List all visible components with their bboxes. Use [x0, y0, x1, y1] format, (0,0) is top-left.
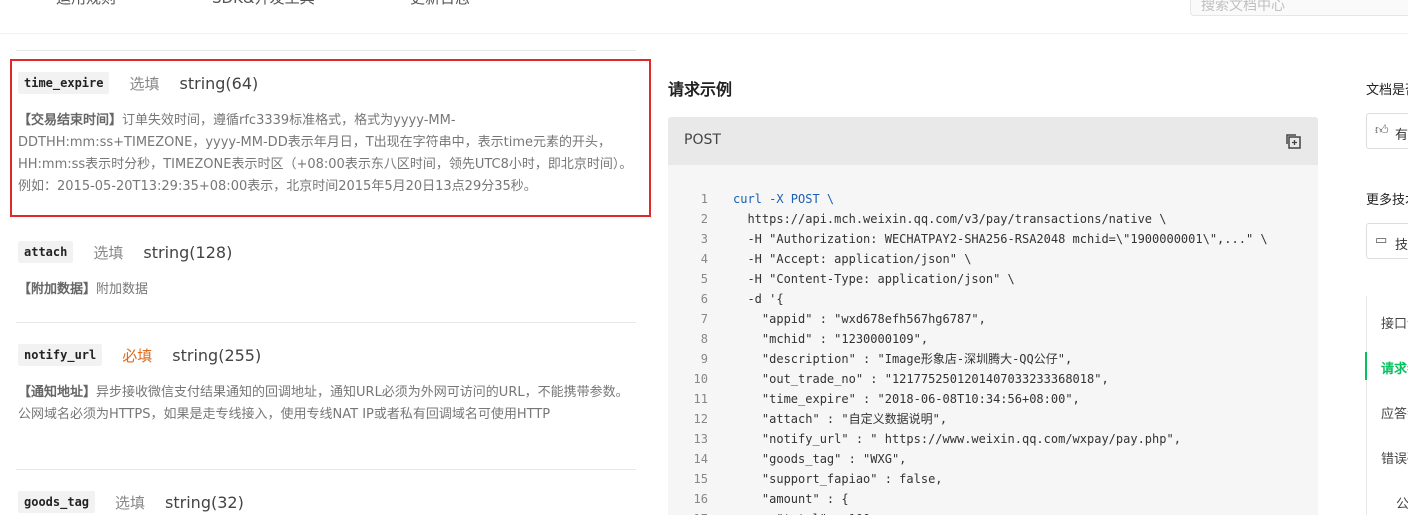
divider — [16, 469, 636, 470]
param-requirement: 必填 — [122, 346, 153, 365]
code-line: 14 "goods_tag" : "WXG", — [668, 449, 1318, 469]
toc-item[interactable]: 接口说明 — [1381, 313, 1408, 332]
line-number: 12 — [693, 412, 708, 426]
line-number: 4 — [700, 252, 708, 266]
copy-icon[interactable] — [1284, 132, 1302, 150]
line-number: 7 — [700, 312, 708, 326]
code-line: 12 "attach" : "自定义数据说明", — [668, 409, 1318, 429]
param-requirement: 选填 — [115, 493, 146, 512]
line-number: 15 — [693, 472, 708, 486]
code-line: 2 https://api.mch.weixin.qq.com/v3/pay/t… — [668, 209, 1318, 229]
thumbs-up-icon: 👍︎ — [1375, 123, 1389, 138]
toc-item[interactable]: 公共错误码 — [1396, 493, 1408, 512]
line-number: 17 — [668, 509, 708, 515]
param-type: string(255) — [172, 345, 262, 365]
code-line: 9 "description" : "Image形象店-深圳腾大-QQ公仔", — [668, 349, 1318, 369]
code-line: 7 "appid" : "wxd678efh567hg6787", — [668, 309, 1318, 329]
param-type: string(32) — [165, 492, 244, 512]
code-line: 15 "support_fapiao" : false, — [668, 469, 1318, 489]
search-placeholder: 搜索文档中心 — [1201, 0, 1285, 14]
like-button[interactable]: 👍︎ 有帮助 — [1366, 113, 1408, 149]
code-line: 6 -d '{ — [668, 289, 1318, 309]
param-requirement: 选填 — [93, 243, 124, 262]
code-line: 1 curl -X POST \ — [668, 189, 1318, 209]
toc-item-active[interactable]: 请求参数 — [1381, 358, 1408, 377]
doc-helpful-title: 文档是否有帮助 — [1366, 83, 1408, 98]
code-text: "amount" : { — [733, 492, 849, 506]
line-number: 9 — [700, 352, 708, 366]
line-number: 13 — [693, 432, 708, 446]
consult-label: 技术咨询 — [1395, 238, 1408, 253]
divider — [16, 322, 636, 323]
param-desc-tag: 【附加数据】 — [18, 282, 97, 297]
more-support-title: 更多技术支持 — [1366, 193, 1408, 208]
line-number: 10 — [693, 372, 708, 386]
code-text: "support_fapiao" : false, — [733, 472, 943, 486]
code-line: 16 "amount" : { — [668, 489, 1318, 509]
code-line: 3 -H "Authorization: WECHATPAY2-SHA256-R… — [668, 229, 1318, 249]
line-number: 1 — [700, 192, 708, 206]
code-text: "description" : "Image形象店-深圳腾大-QQ公仔", — [733, 352, 1073, 366]
code-line: 5 -H "Content-Type: application/json" \ — [668, 269, 1318, 289]
http-method: POST — [684, 132, 721, 148]
toc-track — [1366, 296, 1367, 515]
code-line: 8 "mchid" : "1230000109", — [668, 329, 1318, 349]
code-text: -H "Accept: application/json" \ — [733, 252, 972, 266]
code-line: 10 "out_trade_no" : "1217752501201407033… — [668, 369, 1318, 389]
param-type: string(128) — [143, 242, 233, 262]
code-text: https://api.mch.weixin.qq.com/v3/pay/tra… — [733, 212, 1167, 226]
param-desc-tag: 【通知地址】 — [18, 385, 97, 400]
code-text: "out_trade_no" : "1217752501201407033233… — [733, 372, 1109, 386]
param-description: 【附加数据】附加数据 — [18, 279, 638, 301]
code-panel: POST 1 curl -X POST \ 2 https://api.mch.we… — [668, 117, 1318, 515]
param-desc-text: 附加数据 — [96, 282, 149, 297]
code-line: 4 -H "Accept: application/json" \ — [668, 249, 1318, 269]
param-attach: attach 选填 string(128) 【附加数据】附加数据 — [18, 239, 638, 301]
code-block: 1 curl -X POST \ 2 https://api.mch.weixin.… — [668, 189, 1318, 515]
toc-item[interactable]: 应答参数 — [1381, 403, 1408, 422]
line-number: 16 — [693, 492, 708, 506]
line-number: 14 — [693, 452, 708, 466]
line-number: 6 — [700, 292, 708, 306]
line-number: 5 — [700, 272, 708, 286]
line-number: 3 — [700, 232, 708, 246]
param-description: 【通知地址】异步接收微信支付结果通知的回调地址，通知URL必须为外网可访问的UR… — [18, 382, 638, 426]
param-goods-tag: goods_tag 选填 string(32) — [18, 489, 638, 515]
top-nav: 运用规则 SDK&开发工具 更新日志 搜索文档中心 — [0, 0, 1408, 34]
code-text: "time_expire" : "2018-06-08T10:34:56+08:… — [733, 392, 1080, 406]
code-text: -d '{ — [733, 292, 784, 306]
search-input[interactable]: 搜索文档中心 — [1190, 0, 1408, 16]
code-line: 17 "total" : 100, — [668, 509, 1318, 515]
like-label: 有帮助 — [1395, 128, 1408, 143]
nav-item-rules[interactable]: 运用规则 — [56, 0, 116, 8]
chat-icon: ▭ — [1375, 233, 1388, 248]
code-text: "goods_tag" : "WXG", — [733, 452, 907, 466]
code-text: -H "Authorization: WECHATPAY2-SHA256-RSA… — [733, 232, 1268, 246]
toc-item[interactable]: 错误码 — [1381, 448, 1408, 467]
param-name: attach — [18, 241, 74, 263]
param-name: notify_url — [18, 344, 103, 366]
code-header: POST — [668, 117, 1318, 165]
consult-button[interactable]: ▭ 技术咨询 — [1366, 223, 1408, 259]
highlight-box — [10, 59, 651, 217]
code-line: 11 "time_expire" : "2018-06-08T10:34:56+… — [668, 389, 1318, 409]
line-number: 2 — [700, 212, 708, 226]
code-text: "appid" : "wxd678efh567hg6787", — [733, 312, 986, 326]
nav-item-changelog[interactable]: 更新日志 — [410, 0, 470, 8]
nav-item-sdk[interactable]: SDK&开发工具 — [212, 0, 315, 8]
code-line: 13 "notify_url" : " https://www.weixin.q… — [668, 429, 1318, 449]
code-text: "mchid" : "1230000109", — [733, 332, 929, 346]
line-number: 11 — [693, 392, 708, 406]
param-desc-text: 异步接收微信支付结果通知的回调地址，通知URL必须为外网可访问的URL，不能携带… — [18, 385, 629, 422]
request-example-title: 请求示例 — [668, 80, 733, 99]
line-number: 8 — [700, 332, 708, 346]
code-text: "attach" : "自定义数据说明", — [733, 412, 948, 426]
code-text: -H "Content-Type: application/json" \ — [733, 272, 1015, 286]
code-text: curl -X POST \ — [733, 192, 835, 206]
divider — [16, 50, 636, 51]
toc-active-indicator — [1365, 352, 1367, 380]
param-notify-url: notify_url 必填 string(255) 【通知地址】异步接收微信支付… — [18, 342, 638, 426]
code-text: "notify_url" : " https://www.weixin.qq.c… — [733, 432, 1181, 446]
param-name: goods_tag — [18, 491, 96, 513]
